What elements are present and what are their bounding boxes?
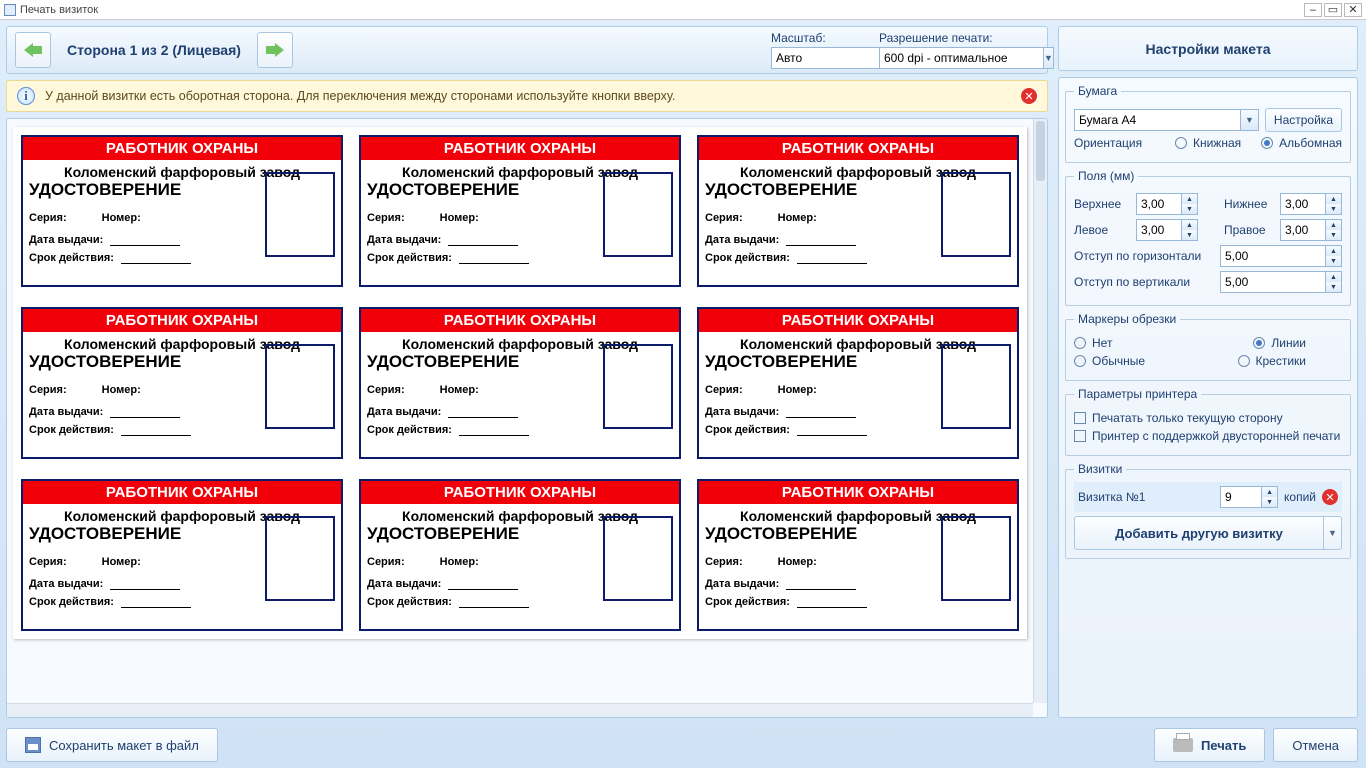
card-preview: РАБОТНИК ОХРАНЫКоломенский фарфоровый за…	[697, 307, 1019, 459]
info-icon: i	[17, 87, 35, 105]
paper-legend: Бумага	[1074, 84, 1121, 98]
close-button[interactable]: ✕	[1344, 3, 1362, 17]
radio-crop-cross[interactable]	[1238, 355, 1250, 367]
maximize-button[interactable]: ▭	[1324, 3, 1342, 17]
paper-group: Бумага ▼ Настройка Ориентация Книжная	[1065, 84, 1351, 163]
card-preview: РАБОТНИК ОХРАНЫКоломенский фарфоровый за…	[359, 135, 681, 287]
card-preview: РАБОТНИК ОХРАНЫКоломенский фарфоровый за…	[21, 135, 343, 287]
margin-top-input[interactable]	[1136, 193, 1182, 215]
side-header: Настройки макета	[1058, 26, 1358, 71]
save-layout-button[interactable]: Сохранить макет в файл	[6, 728, 218, 762]
margin-right-input[interactable]	[1280, 219, 1326, 241]
radio-crop-normal[interactable]	[1074, 355, 1086, 367]
dpi-combo[interactable]	[879, 47, 1044, 69]
vertical-scrollbar[interactable]	[1033, 119, 1047, 703]
card-preview: РАБОТНИК ОХРАНЫКоломенский фарфоровый за…	[21, 307, 343, 459]
minimize-button[interactable]: –	[1304, 3, 1322, 17]
arrow-right-icon	[266, 43, 284, 57]
info-close-button[interactable]: ✕	[1021, 88, 1037, 104]
radio-portrait[interactable]	[1175, 137, 1187, 149]
next-side-button[interactable]	[257, 32, 293, 68]
crop-group: Маркеры обрезки Нет Линии Обычные Крести…	[1065, 312, 1351, 381]
card-row-1: Визитка №1 ▲▼ копий ✕	[1074, 482, 1342, 512]
printer-icon	[1173, 738, 1193, 752]
check-current-only[interactable]	[1074, 412, 1086, 424]
add-card-dropdown[interactable]: ▼	[1324, 516, 1342, 550]
vpad-input[interactable]	[1220, 271, 1326, 293]
add-card-button[interactable]: Добавить другую визитку	[1074, 516, 1324, 550]
arrow-left-icon	[24, 43, 42, 57]
save-layout-label: Сохранить макет в файл	[49, 738, 199, 753]
card-preview: РАБОТНИК ОХРАНЫКоломенский фарфоровый за…	[21, 479, 343, 631]
dpi-dropdown-button[interactable]: ▼	[1044, 47, 1054, 69]
cards-group: Визитки Визитка №1 ▲▼ копий ✕ Добавить д…	[1065, 462, 1351, 559]
cancel-button[interactable]: Отмена	[1273, 728, 1358, 762]
margin-bottom-input[interactable]	[1280, 193, 1326, 215]
radio-crop-none[interactable]	[1074, 337, 1086, 349]
window-titlebar: Печать визиток – ▭ ✕	[0, 0, 1366, 20]
scale-label: Масштаб:	[771, 31, 871, 45]
prev-side-button[interactable]	[15, 32, 51, 68]
dpi-label: Разрешение печати:	[879, 31, 1039, 45]
margins-group: Поля (мм) Верхнее ▲▼ Нижнее ▲▼ Левое ▲▼ …	[1065, 169, 1351, 306]
paper-config-button[interactable]: Настройка	[1265, 108, 1342, 132]
disk-icon	[25, 737, 41, 753]
margins-legend: Поля (мм)	[1074, 169, 1138, 183]
window-title: Печать визиток	[20, 4, 98, 16]
page-indicator: Сторона 1 из 2 (Лицевая)	[67, 42, 241, 58]
card-preview: РАБОТНИК ОХРАНЫКоломенский фарфоровый за…	[697, 135, 1019, 287]
paper-dropdown-button[interactable]: ▼	[1241, 109, 1259, 131]
card-preview: РАБОТНИК ОХРАНЫКоломенский фарфоровый за…	[359, 307, 681, 459]
paper-combo[interactable]	[1074, 109, 1241, 131]
side-panel: Бумага ▼ Настройка Ориентация Книжная	[1058, 77, 1358, 718]
horizontal-scrollbar[interactable]	[7, 703, 1033, 717]
preview-area: РАБОТНИК ОХРАНЫКоломенский фарфоровый за…	[6, 118, 1048, 718]
radio-crop-lines[interactable]	[1253, 337, 1265, 349]
radio-landscape[interactable]	[1261, 137, 1273, 149]
info-bar: i У данной визитки есть оборотная сторон…	[6, 80, 1048, 112]
printer-group: Параметры принтера Печатать только текущ…	[1065, 387, 1351, 456]
card-preview: РАБОТНИК ОХРАНЫКоломенский фарфоровый за…	[697, 479, 1019, 631]
copies-input[interactable]	[1220, 486, 1262, 508]
hpad-input[interactable]	[1220, 245, 1326, 267]
remove-card-button[interactable]: ✕	[1322, 489, 1338, 505]
orientation-label: Ориентация	[1074, 136, 1142, 150]
paper-sheet: РАБОТНИК ОХРАНЫКоломенский фарфоровый за…	[13, 127, 1027, 639]
margin-left-input[interactable]	[1136, 219, 1182, 241]
info-text: У данной визитки есть оборотная сторона.…	[45, 89, 675, 103]
card-preview: РАБОТНИК ОХРАНЫКоломенский фарфоровый за…	[359, 479, 681, 631]
print-button[interactable]: Печать	[1154, 728, 1265, 762]
preview-viewport[interactable]: РАБОТНИК ОХРАНЫКоломенский фарфоровый за…	[7, 119, 1033, 703]
toolbar: Сторона 1 из 2 (Лицевая) Масштаб: ▼ Разр…	[6, 26, 1048, 74]
check-duplex[interactable]	[1074, 430, 1086, 442]
app-icon	[4, 4, 16, 16]
